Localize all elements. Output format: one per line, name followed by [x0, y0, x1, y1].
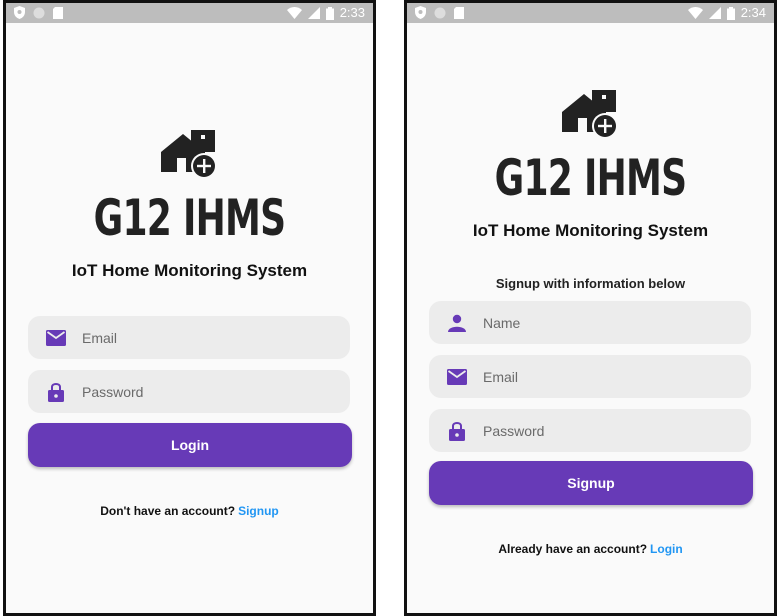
status-time: 2:33 [339, 5, 365, 20]
login-button[interactable]: Login [28, 423, 352, 467]
login-prompt: Already have an account? Login [407, 542, 774, 556]
app-title: G12 IHMS [494, 149, 687, 207]
password-input[interactable] [80, 382, 350, 401]
wifi-icon [286, 7, 302, 19]
signup-prompt: Don't have an account? Signup [6, 504, 373, 518]
signup-link[interactable]: Signup [238, 504, 279, 518]
circle-icon [434, 7, 446, 18]
password-input[interactable] [481, 421, 751, 440]
battery-icon [325, 6, 334, 20]
name-input[interactable] [481, 313, 751, 332]
login-screen: 2:33 G12 IHMS IoT Home Monitoring System… [3, 0, 376, 616]
lock-icon [46, 382, 66, 402]
signup-screen: 2:34 G12 IHMS IoT Home Monitoring System… [404, 0, 777, 616]
wifi-icon [687, 7, 703, 19]
email-input[interactable] [80, 328, 350, 347]
sdcard-icon [53, 6, 63, 19]
email-input[interactable] [481, 367, 751, 386]
signal-icon [307, 7, 320, 19]
app-subtitle: IoT Home Monitoring System [71, 261, 308, 280]
app-title: G12 IHMS [93, 189, 286, 247]
sdcard-icon [454, 6, 464, 19]
status-time: 2:34 [740, 5, 766, 20]
footer-text: Don't have an account? [100, 504, 236, 518]
signal-icon [708, 7, 721, 19]
signup-instructions: Signup with information below [495, 276, 686, 291]
mail-icon [447, 367, 467, 387]
login-link[interactable]: Login [650, 542, 683, 556]
status-bar: 2:33 [6, 3, 373, 23]
shield-icon [415, 6, 426, 19]
home-add-icon [561, 90, 618, 139]
signup-button[interactable]: Signup [429, 461, 753, 505]
battery-icon [726, 6, 735, 20]
name-field[interactable] [429, 301, 751, 344]
email-field[interactable] [28, 316, 350, 359]
email-field[interactable] [429, 355, 751, 398]
password-field[interactable] [429, 409, 751, 452]
password-field[interactable] [28, 370, 350, 413]
person-icon [447, 313, 467, 333]
footer-text: Already have an account? [498, 542, 648, 556]
home-add-icon [160, 130, 217, 179]
circle-icon [33, 7, 45, 18]
app-subtitle: IoT Home Monitoring System [472, 221, 709, 240]
mail-icon [46, 328, 66, 348]
status-bar: 2:34 [407, 3, 774, 23]
shield-icon [14, 6, 25, 19]
lock-icon [447, 421, 467, 441]
